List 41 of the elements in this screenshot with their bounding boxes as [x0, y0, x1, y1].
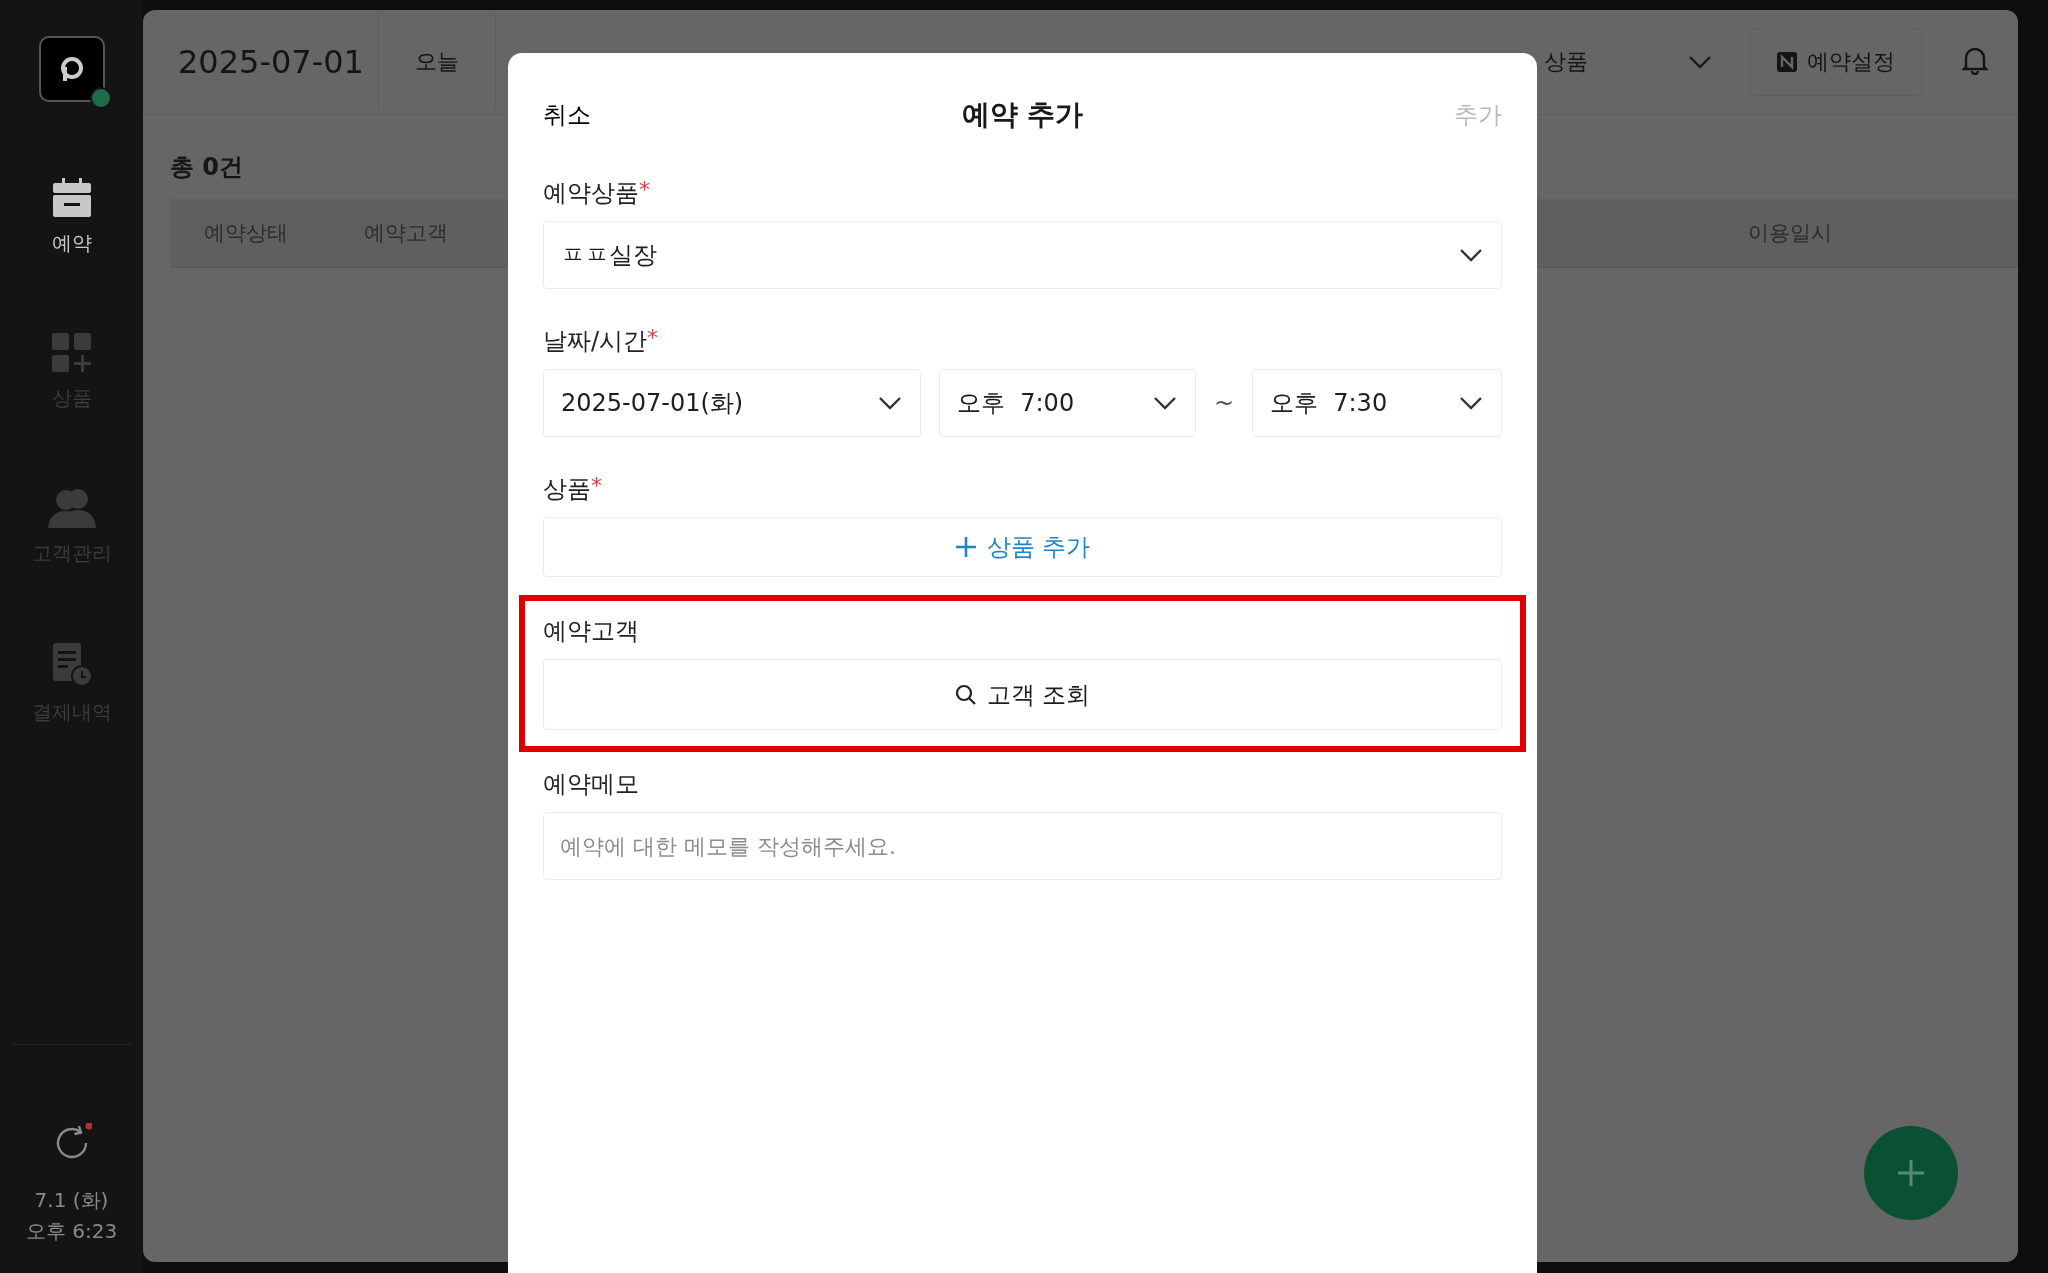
receipt-clock-icon	[50, 643, 93, 687]
booking-settings-button[interactable]: 예약설정	[1750, 28, 1922, 96]
product-dropdown[interactable]: ㅍㅍ실장	[543, 221, 1502, 289]
date-dropdown[interactable]: 2025-07-01(화)	[543, 369, 921, 437]
chevron-down-icon	[1459, 248, 1483, 262]
sidebar-item[interactable]: 예약	[51, 178, 92, 257]
required-mark: *	[647, 325, 659, 350]
field-label: 예약메모	[543, 769, 639, 800]
field-label: 예약상품	[543, 178, 639, 209]
chevron-down-icon	[878, 396, 902, 410]
cancel-button[interactable]: 취소	[543, 99, 591, 131]
today-button[interactable]: 오늘	[378, 13, 496, 111]
required-mark: *	[591, 473, 602, 498]
chevron-down-icon	[1459, 396, 1483, 410]
search-icon	[954, 683, 977, 706]
n-badge-icon	[1777, 52, 1797, 72]
modal-title: 예약 추가	[961, 97, 1084, 133]
chevron-down-icon	[1688, 55, 1712, 69]
start-time-dropdown[interactable]: 오후 7:00	[939, 369, 1196, 437]
chevron-down-icon	[1153, 396, 1177, 410]
required-mark: *	[639, 177, 650, 202]
customer-search-button[interactable]: 고객 조회	[543, 659, 1502, 730]
add-product-button[interactable]: 상품 추가	[543, 517, 1502, 577]
end-time-dropdown[interactable]: 오후 7:30	[1252, 369, 1502, 437]
field-label: 상품	[543, 474, 591, 505]
total-count: 총 0건	[170, 152, 245, 183]
current-date: 2025-07-01	[178, 43, 365, 81]
field-label: 예약고객	[543, 616, 639, 647]
plus-icon	[954, 536, 977, 558]
time-text: 오후 6:23	[25, 1218, 118, 1245]
plus-icon	[1896, 1158, 1926, 1188]
product-filter-dropdown[interactable]: 상품	[1544, 47, 1750, 77]
logo-letter-icon	[60, 57, 83, 81]
memo-field[interactable]: 예약에 대한 메모를 작성해주세요.	[543, 812, 1502, 880]
date-text: 7.1 (화)	[33, 1187, 110, 1214]
bell-icon[interactable]	[1962, 45, 1988, 75]
calendar-icon	[51, 178, 92, 218]
people-icon	[47, 488, 96, 528]
range-separator: ~	[1214, 389, 1234, 417]
field-label: 날짜/시간	[543, 326, 648, 357]
grid-plus-icon	[51, 333, 92, 373]
